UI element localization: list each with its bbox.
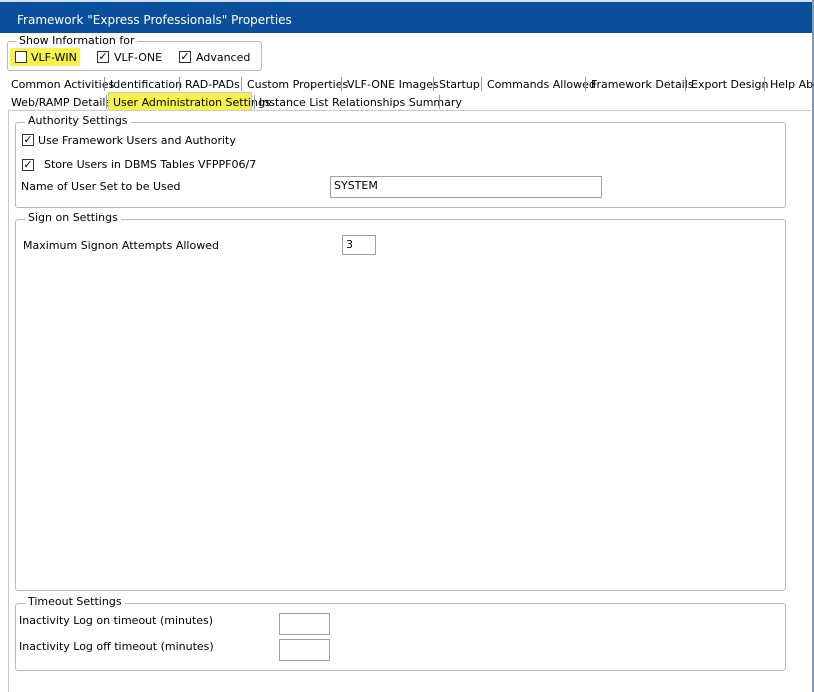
advanced-label: Advanced: [196, 51, 251, 64]
user-set-label: Name of User Set to be Used: [21, 180, 181, 193]
tab-separator: [341, 77, 342, 91]
tab-framework-details[interactable]: Framework Details: [591, 78, 694, 91]
sign-on-settings-group: [15, 219, 786, 591]
window-title-bar[interactable]: Framework "Express Professionals" Proper…: [0, 0, 814, 33]
sign-on-settings-legend: Sign on Settings: [25, 212, 121, 224]
max-signon-attempts-label: Maximum Signon Attempts Allowed: [23, 239, 219, 252]
store-users-label: Store Users in DBMS Tables VFPPF06/7: [44, 158, 257, 171]
tab-help-about[interactable]: Help Abo: [770, 78, 814, 91]
use-framework-users-checkbox[interactable]: ✓: [22, 134, 34, 146]
logon-timeout-input[interactable]: [279, 613, 330, 635]
tab-user-administration-settings[interactable]: User Administration Settings: [108, 92, 271, 110]
tab-separator: [439, 95, 440, 109]
tab-startup[interactable]: Startup: [439, 78, 480, 91]
tab-separator: [106, 95, 107, 109]
tab-export-design[interactable]: Export Design: [691, 78, 768, 91]
window-title: Framework "Express Professionals" Proper…: [17, 13, 292, 27]
tab-separator: [254, 95, 255, 109]
authority-settings-legend: Authority Settings: [25, 115, 131, 127]
tab-web-ramp-details[interactable]: Web/RAMP Details: [11, 96, 111, 109]
tab-user-administration-label: User Administration Settings: [113, 96, 271, 109]
vlf-one-label: VLF-ONE: [114, 51, 163, 64]
tab-separator: [685, 77, 686, 91]
max-signon-attempts-input[interactable]: 3: [342, 235, 376, 255]
store-users-checkbox[interactable]: ✓: [22, 159, 34, 171]
user-set-value: SYSTEM: [334, 179, 378, 192]
vlf-win-label: VLF-WIN: [31, 51, 77, 64]
logoff-timeout-label: Inactivity Log off timeout (minutes): [19, 640, 214, 653]
tab-separator: [104, 77, 105, 91]
tab-separator: [433, 77, 434, 91]
tab-instance-list-relationships[interactable]: Instance List Relationships Summary: [259, 96, 462, 109]
tab-separator: [585, 77, 586, 91]
tab-common-activities[interactable]: Common Activities: [11, 78, 114, 91]
vlf-one-checkbox[interactable]: ✓: [97, 51, 109, 63]
tab-identification[interactable]: Identification: [110, 78, 182, 91]
tab-separator: [241, 77, 242, 91]
vlf-win-option[interactable]: VLF-WIN: [10, 48, 80, 66]
vlf-win-checkbox[interactable]: [15, 51, 27, 63]
tab-rad-pads[interactable]: RAD-PADs: [185, 78, 240, 91]
tab-custom-properties[interactable]: Custom Properties: [247, 78, 348, 91]
tab-separator: [481, 77, 482, 91]
user-set-input[interactable]: SYSTEM: [330, 176, 602, 198]
logoff-timeout-input[interactable]: [279, 639, 330, 661]
advanced-checkbox[interactable]: ✓: [179, 51, 191, 63]
tab-commands-allowed[interactable]: Commands Allowed: [487, 78, 596, 91]
show-info-legend: Show Information for: [16, 35, 138, 47]
tab-separator: [764, 77, 765, 91]
tab-vlf-one-images[interactable]: VLF-ONE Images: [347, 78, 439, 91]
logon-timeout-label: Inactivity Log on timeout (minutes): [19, 614, 214, 627]
use-framework-users-label: Use Framework Users and Authority: [38, 134, 236, 147]
tab-separator: [179, 77, 180, 91]
timeout-settings-legend: Timeout Settings: [25, 596, 125, 608]
max-signon-attempts-value: 3: [346, 238, 353, 251]
